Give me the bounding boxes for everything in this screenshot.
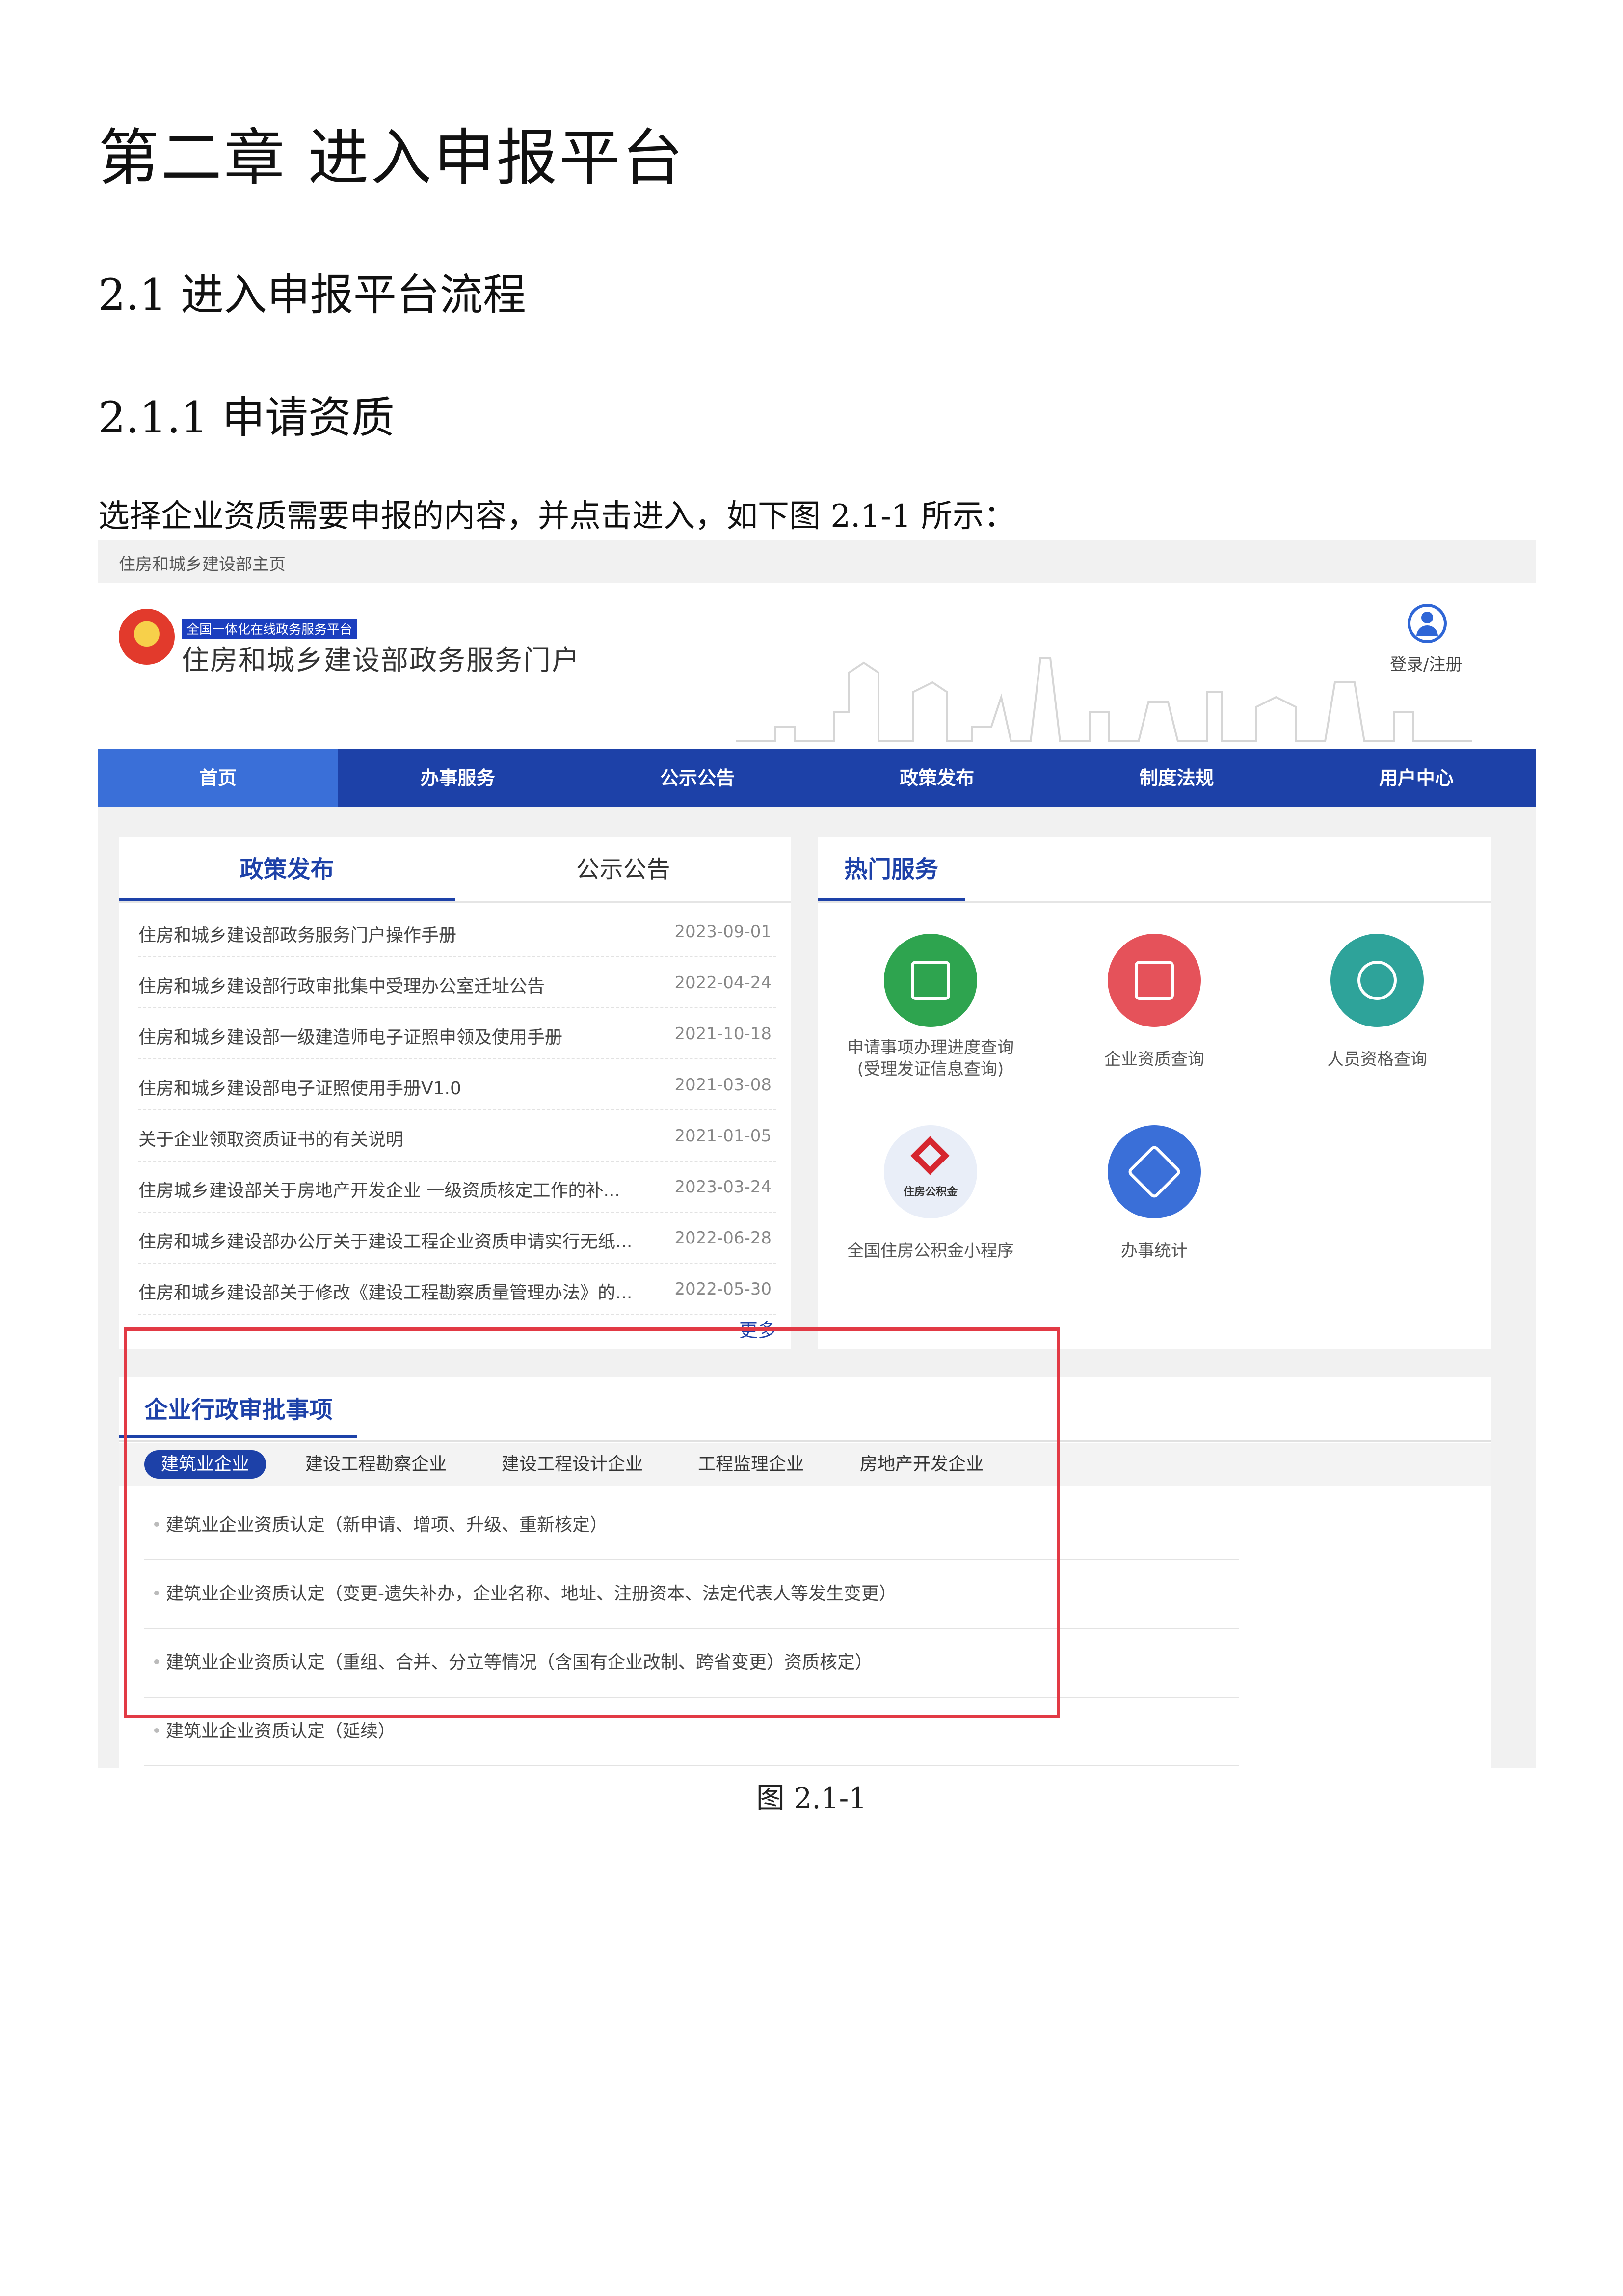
- news-item[interactable]: 住房和城乡建设部行政审批集中受理办公室迁址公告 2022-04-24: [138, 957, 776, 1008]
- login-register-link[interactable]: 登录/注册: [1390, 651, 1462, 675]
- housing-fund-logo-text: 住房公积金: [903, 1186, 958, 1198]
- hot-services-panel: 热门服务 申请事项办理进度查询 (受理发证信息查询) 企业资质查询 人员资格查询…: [818, 837, 1491, 1349]
- news-item[interactable]: 住房和城乡建设部办公厅关于建设工程企业资质申请实行无纸... 2022-06-28: [138, 1213, 776, 1264]
- news-item[interactable]: 住房和城乡建设部政务服务门户操作手册 2023-09-01: [138, 906, 776, 957]
- tab-announcements[interactable]: 公示公告: [455, 837, 791, 901]
- figure-caption: 图 2.1-1: [756, 1782, 867, 1815]
- news-title[interactable]: 住房城乡建设部关于房地产开发企业 一级资质核定工作的补...: [138, 1176, 620, 1202]
- news-title[interactable]: 住房和城乡建设部办公厅关于建设工程企业资质申请实行无纸...: [138, 1227, 632, 1253]
- hot-services-header: 热门服务: [818, 837, 1491, 903]
- news-panel: 政策发布 公示公告 住房和城乡建设部政务服务门户操作手册 2023-09-01 住…: [119, 837, 791, 1349]
- worker-icon: [1330, 934, 1424, 1027]
- nav-services[interactable]: 办事服务: [338, 749, 577, 807]
- service-progress-query[interactable]: 申请事项办理进度查询 (受理发证信息查询): [823, 934, 1038, 1080]
- portal-tag: 全国一体化在线政务服务平台: [182, 619, 358, 639]
- news-item[interactable]: 住房和城乡建设部一级建造师电子证照申领及使用手册 2021-10-18: [138, 1008, 776, 1059]
- approval-item-label: 建筑业企业资质认定（延续）: [166, 1721, 396, 1741]
- news-date: 2022-06-28: [674, 1228, 772, 1248]
- service-label: 人员资格查询: [1327, 1050, 1427, 1069]
- skyline-decoration: [736, 657, 1472, 742]
- news-tabs: 政策发布 公示公告: [119, 837, 791, 903]
- nav-announcements[interactable]: 公示公告: [578, 749, 817, 807]
- subsection-title: 2.1.1 申请资质: [98, 392, 395, 443]
- calculator-icon: [884, 934, 977, 1027]
- news-date: 2022-04-24: [674, 973, 772, 993]
- tools-icon: [1108, 1125, 1201, 1218]
- news-item[interactable]: 住房和城乡建设部关于修改《建设工程勘察质量管理办法》的... 2022-05-30: [138, 1264, 776, 1315]
- hot-services-title: 热门服务: [818, 837, 965, 901]
- news-date: 2021-10-18: [674, 1024, 772, 1044]
- housing-fund-icon: 住房公积金: [884, 1125, 977, 1218]
- main-nav: 首页 办事服务 公示公告 政策发布 制度法规 用户中心: [98, 749, 1536, 807]
- news-list: 住房和城乡建设部政务服务门户操作手册 2023-09-01 住房和城乡建设部行政审…: [138, 906, 776, 1315]
- building-icon: [1108, 934, 1201, 1027]
- service-housing-fund-app[interactable]: 住房公积金 全国住房公积金小程序: [823, 1125, 1038, 1262]
- portal-topbar: 住房和城乡建设部主页: [98, 540, 1536, 584]
- nav-home[interactable]: 首页: [98, 749, 338, 807]
- user-icon[interactable]: [1408, 604, 1447, 643]
- chapter-title: 第二章 进入申报平台: [98, 123, 685, 193]
- bullet-icon: [154, 1728, 159, 1733]
- news-date: 2023-09-01: [674, 922, 772, 942]
- service-label: 全国住房公积金小程序: [847, 1241, 1014, 1261]
- tab-policy[interactable]: 政策发布: [119, 837, 455, 901]
- news-date: 2022-05-30: [674, 1279, 772, 1299]
- nav-user-center[interactable]: 用户中心: [1297, 749, 1536, 807]
- section-title: 2.1 进入申报平台流程: [98, 270, 526, 320]
- news-title[interactable]: 住房和城乡建设部政务服务门户操作手册: [138, 921, 456, 946]
- home-link[interactable]: 住房和城乡建设部主页: [119, 551, 286, 575]
- nav-regulations[interactable]: 制度法规: [1057, 749, 1296, 807]
- highlight-box: [124, 1327, 1060, 1718]
- news-item[interactable]: 住房和城乡建设部电子证照使用手册V1.0 2021-03-08: [138, 1059, 776, 1110]
- service-enterprise-qualification[interactable]: 企业资质查询: [1046, 934, 1262, 1070]
- news-title[interactable]: 住房和城乡建设部关于修改《建设工程勘察质量管理办法》的...: [138, 1278, 632, 1304]
- national-emblem-icon: [119, 609, 175, 665]
- news-item[interactable]: 住房城乡建设部关于房地产开发企业 一级资质核定工作的补... 2023-03-24: [138, 1162, 776, 1213]
- service-label: 办事统计: [1121, 1241, 1188, 1261]
- news-title[interactable]: 住房和城乡建设部电子证照使用手册V1.0: [138, 1074, 461, 1100]
- news-date: 2021-03-08: [674, 1075, 772, 1095]
- news-title[interactable]: 住房和城乡建设部一级建造师电子证照申领及使用手册: [138, 1023, 562, 1049]
- news-title[interactable]: 住房和城乡建设部行政审批集中受理办公室迁址公告: [138, 972, 545, 998]
- news-title[interactable]: 关于企业领取资质证书的有关说明: [138, 1125, 403, 1151]
- news-item[interactable]: 关于企业领取资质证书的有关说明 2021-01-05: [138, 1110, 776, 1162]
- news-date: 2023-03-24: [674, 1177, 772, 1197]
- service-label: 企业资质查询: [1104, 1050, 1204, 1069]
- news-date: 2021-01-05: [674, 1126, 772, 1146]
- service-personnel-qualification[interactable]: 人员资格查询: [1269, 934, 1485, 1070]
- service-sublabel: (受理发证信息查询): [857, 1059, 1004, 1079]
- portal-screenshot: 住房和城乡建设部主页 全国一体化在线政务服务平台 住房和城乡建设部政务服务门户 …: [98, 540, 1536, 1768]
- nav-policy[interactable]: 政策发布: [817, 749, 1057, 807]
- service-statistics[interactable]: 办事统计: [1046, 1125, 1262, 1262]
- service-label: 申请事项办理进度查询: [847, 1038, 1014, 1057]
- intro-paragraph: 选择企业资质需要申报的内容，并点击进入，如下图 2.1-1 所示：: [98, 498, 1015, 535]
- portal-title: 住房和城乡建设部政务服务门户: [182, 645, 580, 676]
